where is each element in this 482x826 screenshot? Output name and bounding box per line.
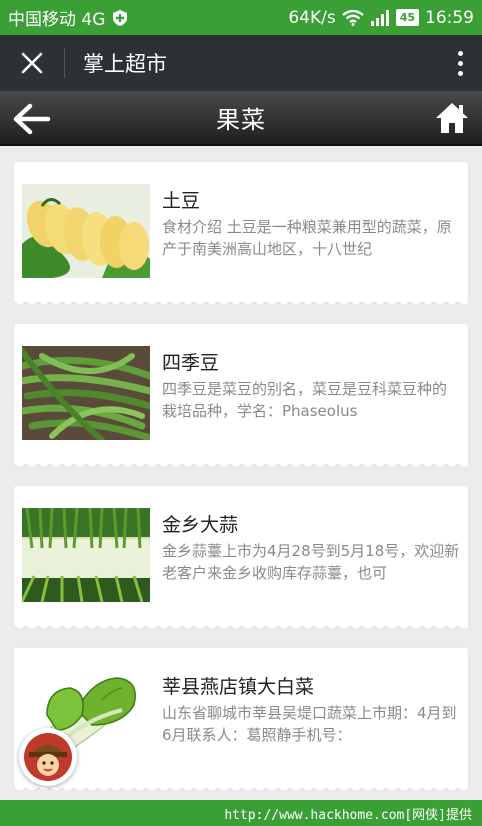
status-bar: 中国移动 4G 64K/s 45 16:59 <box>0 0 482 35</box>
customer-service-avatar-button[interactable] <box>19 728 77 786</box>
item-title: 四季豆 <box>162 352 220 374</box>
list-item[interactable]: 四季豆 四季豆是菜豆的别名，菜豆是豆科菜豆种的栽培品种，学名：Phaseolus <box>14 324 468 470</box>
more-dot-icon <box>457 50 463 56</box>
more-dot-icon <box>457 70 463 76</box>
close-button[interactable] <box>0 35 64 91</box>
list-item[interactable]: 土豆 食材介绍 土豆是一种粮菜兼用型的蔬菜，原产于南美洲高山地区，十八世纪 <box>14 162 468 308</box>
battery-icon: 45 <box>395 9 419 26</box>
green-beans-image <box>22 346 150 440</box>
item-description: 山东省聊城市莘县吴堤口蔬菜上市期：4月到6月联系人：葛照静手机号： <box>162 702 460 760</box>
item-title: 莘县燕店镇大白菜 <box>162 676 315 698</box>
carrier-label: 中国移动 4G <box>8 10 106 30</box>
potato-image <box>22 184 150 278</box>
item-description: 四季豆是菜豆的别名，菜豆是豆科菜豆种的栽培品种，学名：Phaseolus <box>162 378 460 436</box>
close-icon <box>21 52 43 74</box>
item-title: 土豆 <box>162 190 201 212</box>
back-arrow-icon[interactable] <box>12 101 52 137</box>
wifi-icon <box>341 9 364 26</box>
item-description: 金乡蒜薹上市为4月28号到5月18号，欢迎新老客户来金乡收购库存蒜薹，也可 <box>162 540 460 598</box>
network-speed: 64K/s <box>288 7 336 28</box>
list-item[interactable]: 金乡大蒜 金乡蒜薹上市为4月28号到5月18号，欢迎新老客户来金乡收购库存蒜薹，… <box>14 486 468 632</box>
shield-icon <box>113 9 128 26</box>
home-icon[interactable] <box>434 101 470 135</box>
app-title: 掌上超市 <box>83 52 167 76</box>
watermark-bar: http://www.hackhome.com[网侠]提供 <box>0 800 482 826</box>
more-menu-button[interactable] <box>438 35 482 91</box>
clock: 16:59 <box>425 7 474 28</box>
page-header: 果菜 <box>0 91 482 146</box>
signal-icon <box>370 9 389 26</box>
green-garlic-image <box>22 508 150 602</box>
item-description: 食材介绍 土豆是一种粮菜兼用型的蔬菜，原产于南美洲高山地区，十八世纪 <box>162 216 460 274</box>
mascot-icon <box>24 733 72 781</box>
wechat-title-bar: 掌上超市 <box>0 35 482 91</box>
more-dot-icon <box>457 60 463 66</box>
page-title: 果菜 <box>216 106 266 134</box>
list-item[interactable]: 莘县燕店镇大白菜 山东省聊城市莘县吴堤口蔬菜上市期：4月到6月联系人：葛照静手机… <box>14 648 468 794</box>
item-title: 金乡大蒜 <box>162 514 239 536</box>
product-list: 土豆 食材介绍 土豆是一种粮菜兼用型的蔬菜，原产于南美洲高山地区，十八世纪 四季… <box>0 146 482 800</box>
watermark-text: http://www.hackhome.com[网侠]提供 <box>224 807 472 823</box>
